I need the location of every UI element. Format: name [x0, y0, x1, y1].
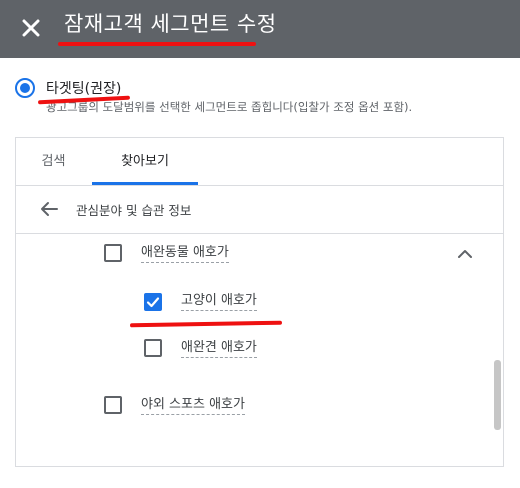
item-label-dog-lovers[interactable]: 애완견 애호가 [181, 339, 257, 358]
tab-search[interactable]: 검색 [16, 138, 91, 185]
collapse-button[interactable] [453, 242, 477, 266]
checkbox-dog-lovers[interactable] [144, 339, 162, 357]
checkmark-icon [146, 297, 160, 308]
breadcrumb-divider [16, 233, 503, 234]
tab-browse[interactable]: 찾아보기 [92, 138, 198, 185]
targeting-description: 광고그룹의 도달범위를 선택한 세그먼트로 좁힙니다(입찰가 조정 옵션 포함)… [46, 100, 413, 114]
item-label-cat-lovers[interactable]: 고양이 애호가 [181, 292, 257, 311]
checkbox-outdoor-sports-lovers[interactable] [104, 396, 122, 414]
item-label-pet-lovers[interactable]: 애완동물 애호가 [141, 244, 229, 263]
breadcrumb-label: 관심분야 및 습관 정보 [76, 203, 192, 218]
scrollbar-thumb[interactable] [494, 360, 501, 430]
tabs-divider [16, 185, 503, 186]
back-button[interactable] [38, 198, 60, 220]
targeting-label: 타겟팅(권장) [46, 81, 122, 97]
segment-browse-panel: 검색 찾아보기 관심분야 및 습관 정보 애완동물 애호가 고양이 애호가 애완… [15, 137, 504, 467]
checkbox-cat-lovers[interactable] [144, 293, 162, 311]
dialog-header: 잠재고객 세그먼트 수정 [0, 0, 520, 58]
targeting-radio[interactable] [14, 77, 36, 99]
annotation-underline-title [58, 42, 256, 46]
checkbox-pet-lovers[interactable] [104, 244, 122, 262]
arrow-back-icon [41, 202, 58, 216]
close-icon [22, 19, 40, 37]
radio-selected-icon [15, 78, 35, 98]
chevron-up-icon [458, 250, 472, 258]
close-button[interactable] [14, 11, 48, 45]
dialog-title: 잠재고객 세그먼트 수정 [64, 12, 277, 36]
item-label-outdoor-sports-lovers[interactable]: 야외 스포츠 애호가 [141, 396, 245, 415]
annotation-underline-cat-lovers [129, 320, 283, 328]
